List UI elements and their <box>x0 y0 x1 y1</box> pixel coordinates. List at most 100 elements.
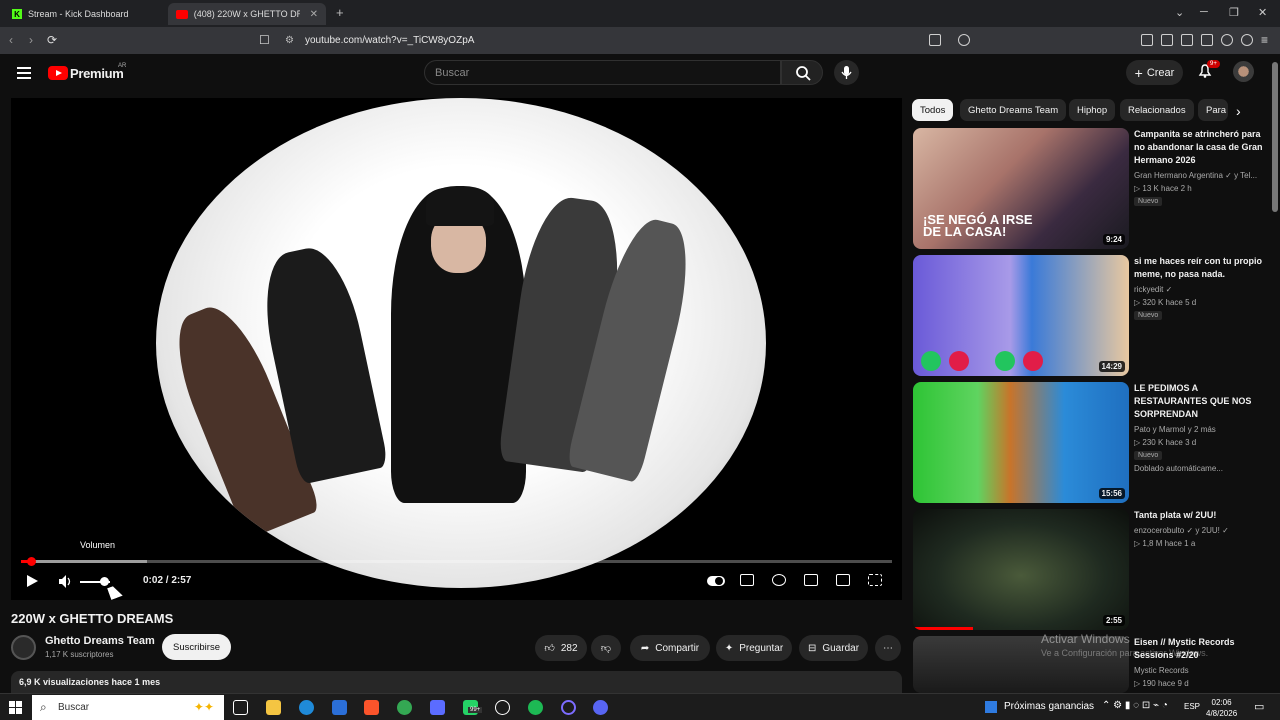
back-icon[interactable]: ‹ <box>9 33 13 47</box>
duration-badge: 2:55 <box>1102 615 1125 626</box>
cast-tv-icon[interactable] <box>836 574 850 586</box>
reload-icon[interactable]: ⟳ <box>47 33 57 47</box>
progress-bar[interactable] <box>21 557 892 566</box>
related-thumbnail[interactable]: 2:55 <box>913 509 1129 630</box>
chip-hiphop[interactable]: Hiphop <box>1069 99 1116 121</box>
tab-kick[interactable]: K Stream - Kick Dashboard <box>4 3 164 25</box>
theater-mode-icon[interactable] <box>804 574 818 586</box>
shield-icon[interactable] <box>958 34 970 46</box>
chip-para[interactable]: Para <box>1198 99 1228 121</box>
bookmark-save-icon: ⊟ <box>807 642 817 654</box>
chevron-right-icon[interactable]: › <box>1236 103 1241 119</box>
obs-icon[interactable] <box>495 700 510 715</box>
site-info-icon[interactable]: ⚙ <box>285 35 294 46</box>
task-view-icon[interactable] <box>233 700 248 715</box>
tab-youtube[interactable]: (408) 220W x GHETTO DREAM ✕ <box>168 3 326 25</box>
maximize-icon[interactable]: ❐ <box>1229 6 1239 19</box>
tab-list-icon[interactable]: ⌄ <box>1175 6 1184 19</box>
page-scrollbar[interactable] <box>1272 62 1278 212</box>
mail-icon[interactable] <box>332 700 347 715</box>
app-icon[interactable] <box>430 700 445 715</box>
dislike-button[interactable]: 👎︎ <box>591 635 621 661</box>
edge-icon[interactable] <box>299 700 314 715</box>
scrubber-handle[interactable] <box>26 557 36 566</box>
related-title[interactable]: Campanita se atrincheró para no abandona… <box>1134 128 1269 167</box>
tray-icons[interactable]: ⌃ ⚙ ▮ ◌ ⊡ ⌁ ◔ <box>1102 700 1168 711</box>
volume-icon[interactable] <box>58 574 74 589</box>
news-widget-label[interactable]: Próximas ganancias <box>1004 701 1094 712</box>
search-icon <box>796 66 811 81</box>
youtube-logo-icon[interactable] <box>48 66 68 80</box>
like-button[interactable]: 👍︎ 282 <box>535 635 587 661</box>
chip-related[interactable]: Relacionados <box>1120 99 1194 121</box>
subscribe-button[interactable]: Suscribirse <box>162 634 231 660</box>
related-channel[interactable]: Pato y Marmol y 2 más <box>1134 423 1216 436</box>
ask-button[interactable]: ✦ Preguntar <box>716 635 792 661</box>
watched-progress <box>913 627 973 630</box>
file-explorer-icon[interactable] <box>266 700 281 715</box>
channel-name[interactable]: Ghetto Dreams Team <box>45 635 155 647</box>
leo-icon[interactable] <box>1221 34 1233 46</box>
related-title[interactable]: si me haces reír con tu propio meme, no … <box>1134 255 1269 281</box>
create-label: Crear <box>1146 66 1175 79</box>
media-icon[interactable] <box>1161 34 1173 46</box>
cast-icon[interactable] <box>929 34 941 46</box>
vpn-icon[interactable] <box>1241 34 1253 46</box>
clock[interactable]: 02:06 4/8/2026 <box>1206 697 1237 719</box>
menu-icon[interactable]: ≡ <box>1261 33 1268 47</box>
close-tab-icon[interactable]: ✕ <box>310 9 318 20</box>
related-title[interactable]: LE PEDIMOS A RESTAURANTES QUE NOS SORPRE… <box>1134 382 1269 421</box>
create-button[interactable]: + Crear <box>1126 60 1183 85</box>
more-icon: ⋯ <box>883 642 893 654</box>
play-icon[interactable] <box>27 575 38 587</box>
ask-label: Preguntar <box>739 642 784 654</box>
new-tab-button[interactable]: + <box>336 5 344 20</box>
fullscreen-icon[interactable] <box>868 574 882 586</box>
extensions-icon[interactable] <box>1141 34 1153 46</box>
discord-icon[interactable] <box>593 700 608 715</box>
language-indicator[interactable]: ESP <box>1184 702 1200 711</box>
voice-search-button[interactable] <box>834 60 859 85</box>
app-icon[interactable] <box>561 700 576 715</box>
notification-center-icon[interactable]: ▭ <box>1254 700 1264 713</box>
chip-channel[interactable]: Ghetto Dreams Team <box>960 99 1067 121</box>
search-button[interactable] <box>781 60 823 85</box>
brave-icon[interactable] <box>364 700 379 715</box>
related-channel[interactable]: enzocerobulto ✓ y 2UU! ✓ <box>1134 524 1229 537</box>
brand-label[interactable]: Premium <box>70 66 124 81</box>
volume-slider-handle[interactable] <box>100 577 109 586</box>
chrome-icon[interactable] <box>397 700 412 715</box>
avatar[interactable] <box>1233 61 1254 82</box>
related-channel[interactable]: Gran Hermano Argentina ✓ y Tel... <box>1134 169 1257 182</box>
related-thumbnail[interactable]: ¡SE NEGÓ A IRSE DE LA CASA! 9:24 <box>913 128 1129 249</box>
activation-watermark-sub: Ve a Configuración para activar Windows. <box>1041 648 1209 658</box>
windows-start-icon[interactable] <box>9 701 22 714</box>
related-thumbnail[interactable]: 14:29 <box>913 255 1129 376</box>
hamburger-menu-icon[interactable] <box>17 67 31 79</box>
duration-badge: 14:29 <box>1098 361 1125 372</box>
new-badge: Nuevo <box>1134 311 1163 320</box>
related-title[interactable]: Tanta plata w/ 2UU! <box>1134 509 1269 522</box>
taskbar-search[interactable]: ⌕ Buscar ✦✦ <box>32 695 224 720</box>
minimize-icon[interactable]: ─ <box>1200 6 1208 18</box>
bookmark-icon[interactable]: ☐ <box>259 33 270 47</box>
video-player[interactable]: Volumen 0:02 / 2:57 <box>11 98 902 600</box>
related-thumbnail[interactable]: 15:56 <box>913 382 1129 503</box>
channel-avatar[interactable] <box>11 635 36 660</box>
sidebar-icon[interactable] <box>1181 34 1193 46</box>
related-channel[interactable]: Mystic Records <box>1134 664 1189 677</box>
close-window-icon[interactable]: ✕ <box>1258 6 1267 19</box>
save-button[interactable]: ⊟ Guardar <box>799 635 868 661</box>
chip-todos[interactable]: Todos <box>912 99 954 121</box>
spotify-icon[interactable] <box>528 700 543 715</box>
subtitles-icon[interactable] <box>740 574 754 586</box>
url-field[interactable]: youtube.com/watch?v=_TiCW8yOZpA <box>305 35 474 46</box>
share-button[interactable]: ➦ Compartir <box>630 635 710 661</box>
related-channel[interactable]: rickyedit ✓ <box>1134 283 1172 296</box>
wallet-icon[interactable] <box>1201 34 1213 46</box>
autoplay-toggle[interactable] <box>707 576 725 586</box>
settings-icon[interactable] <box>772 574 786 586</box>
forward-icon[interactable]: › <box>29 33 33 47</box>
more-actions-button[interactable]: ⋯ <box>875 635 901 661</box>
search-input[interactable]: Buscar <box>424 60 781 85</box>
